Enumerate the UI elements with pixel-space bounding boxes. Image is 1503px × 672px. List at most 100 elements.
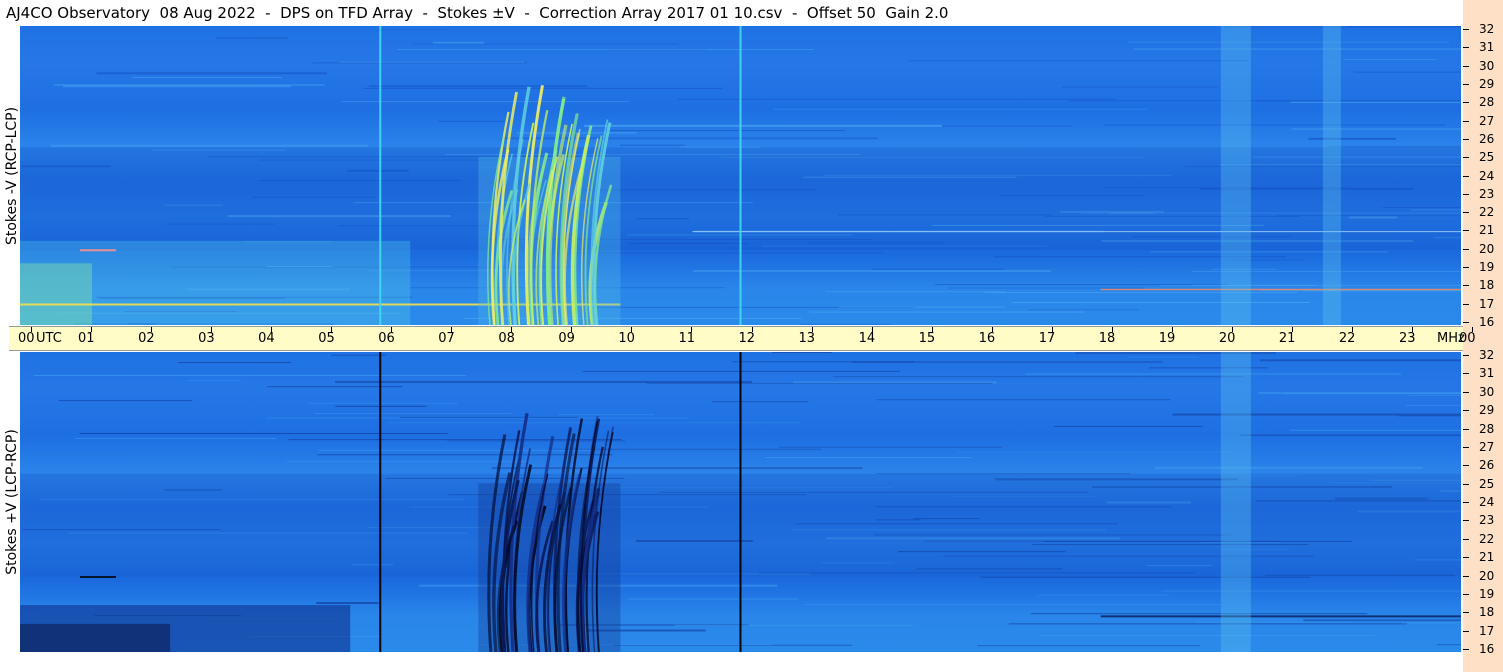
mhz-tick-mark — [1463, 520, 1469, 522]
interference-streak — [339, 61, 524, 63]
mhz-tick-label: 31 — [1479, 366, 1495, 381]
utc-tick-label: 18 — [1098, 331, 1116, 346]
interference-streak — [832, 376, 1244, 378]
interference-streak — [1161, 590, 1461, 592]
interference-streak — [1224, 26, 1461, 28]
interference-streak — [627, 598, 799, 600]
interference-streak — [1154, 466, 1423, 469]
utc-tick-label: 13 — [798, 331, 816, 346]
mhz-tick-label: 29 — [1479, 76, 1495, 91]
utc-tick-mark — [271, 327, 273, 332]
interference-streak — [557, 414, 655, 416]
spectrogram-bottom-svg — [20, 352, 1461, 652]
utc-tick-label: 17 — [1038, 331, 1056, 346]
interference-streak — [1128, 356, 1199, 358]
interference-streak — [1008, 623, 1407, 625]
interference-streak — [772, 352, 832, 354]
interference-streak — [1128, 41, 1450, 43]
utc-tick-mark — [391, 327, 393, 332]
utc-tick-label: 16 — [978, 331, 996, 346]
interference-streak — [948, 287, 1144, 289]
utc-tick-label: 01 — [78, 331, 95, 346]
mhz-tick-mark — [1463, 410, 1469, 412]
mhz-tick-label: 26 — [1479, 131, 1495, 146]
utc-tick-mark — [151, 327, 153, 332]
interference-streak — [74, 437, 277, 439]
interference-streak — [1172, 413, 1461, 416]
interference-streak — [377, 29, 449, 31]
utc-tick-label: 15 — [918, 331, 936, 346]
utc-tick-mark — [1291, 327, 1293, 332]
utc-tick-mark — [1051, 327, 1053, 332]
utc-tick-mark — [631, 327, 633, 332]
mhz-tick-mark — [1463, 649, 1469, 650]
spectrogram-stokes-plus-v — [20, 352, 1461, 652]
interference-streak — [389, 422, 801, 424]
interference-streak — [178, 362, 291, 364]
mhz-tick-mark — [1463, 230, 1469, 232]
utc-tick-mark — [1411, 327, 1413, 332]
mhz-tick-mark — [1463, 175, 1469, 177]
mhz-tick-label: 18 — [1479, 278, 1495, 293]
mhz-tick-label: 20 — [1479, 568, 1495, 583]
mhz-tick-mark — [1463, 157, 1469, 159]
interference-streak — [803, 603, 1222, 605]
mhz-tick-mark — [1463, 428, 1469, 430]
utc-tick-mark — [1351, 327, 1353, 332]
utc-tick-label: 11 — [678, 331, 695, 346]
interference-streak — [1012, 302, 1310, 304]
mhz-tick-label: 27 — [1479, 113, 1495, 128]
mhz-tick-mark — [1463, 446, 1469, 448]
interference-streak — [646, 382, 993, 384]
mhz-tick-mark — [1463, 538, 1469, 540]
mhz-tick-label: 28 — [1479, 421, 1495, 436]
utc-tick-mark — [751, 327, 753, 332]
interference-streak — [503, 137, 879, 140]
mhz-tick-mark — [1463, 483, 1469, 485]
interference-streak — [908, 60, 1249, 62]
utc-tick-mark — [1171, 327, 1173, 332]
spectrogram-stokes-minus-v — [20, 26, 1461, 325]
interference-streak — [307, 402, 458, 404]
mhz-tick-label: 23 — [1479, 186, 1495, 201]
interference-streak — [935, 284, 1229, 286]
broadband-enhancement — [1220, 26, 1251, 325]
mhz-tick-label: 31 — [1479, 40, 1495, 55]
mhz-tick-label: 18 — [1479, 605, 1495, 620]
mhz-tick-mark — [1463, 285, 1469, 287]
interference-streak — [51, 144, 369, 147]
interference-streak — [1192, 284, 1316, 286]
mhz-tick-label: 26 — [1479, 458, 1495, 473]
utc-tick-label: 21 — [1278, 331, 1296, 346]
mhz-tick-label: 29 — [1479, 403, 1495, 418]
mhz-tick-mark — [1463, 612, 1469, 614]
utc-tick-mark — [91, 327, 93, 332]
interference-streak — [58, 400, 193, 402]
utc-tick-mark — [691, 327, 693, 332]
mhz-tick-mark — [1463, 138, 1469, 140]
mhz-tick-label: 25 — [1479, 150, 1495, 165]
mhz-tick-label: 23 — [1479, 513, 1495, 528]
mhz-tick-mark — [1463, 248, 1469, 250]
utc-tick-label: 06 — [378, 331, 395, 346]
interference-streak — [809, 311, 1085, 313]
mhz-tick-mark — [1463, 193, 1469, 195]
mhz-tick-label: 30 — [1479, 384, 1495, 399]
mhz-tick-label: 28 — [1479, 95, 1495, 110]
interference-streak — [1291, 128, 1461, 130]
utc-tick-label: 04 — [258, 331, 275, 346]
mhz-tick-mark — [1463, 557, 1469, 559]
utc-tick-label: 12 — [738, 331, 756, 346]
interference-streak — [53, 84, 325, 86]
interference-streak — [977, 645, 1201, 647]
interference-streak — [1194, 621, 1352, 623]
mhz-tick-mark — [1463, 83, 1469, 85]
interference-streak — [341, 101, 630, 103]
utc-tick-label: 10 — [618, 331, 635, 346]
interference-streak — [317, 454, 613, 456]
utc-time-axis: 00 01 02 03 04 05 06 07 08 09 10 11 12 13 14 15 16 17 18 19… — [9, 326, 1476, 351]
mhz-tick-label: 17 — [1479, 623, 1495, 638]
interference-streak — [620, 144, 685, 146]
utc-tick-mark — [511, 327, 513, 332]
utc-tick-label: 03 — [198, 331, 215, 346]
